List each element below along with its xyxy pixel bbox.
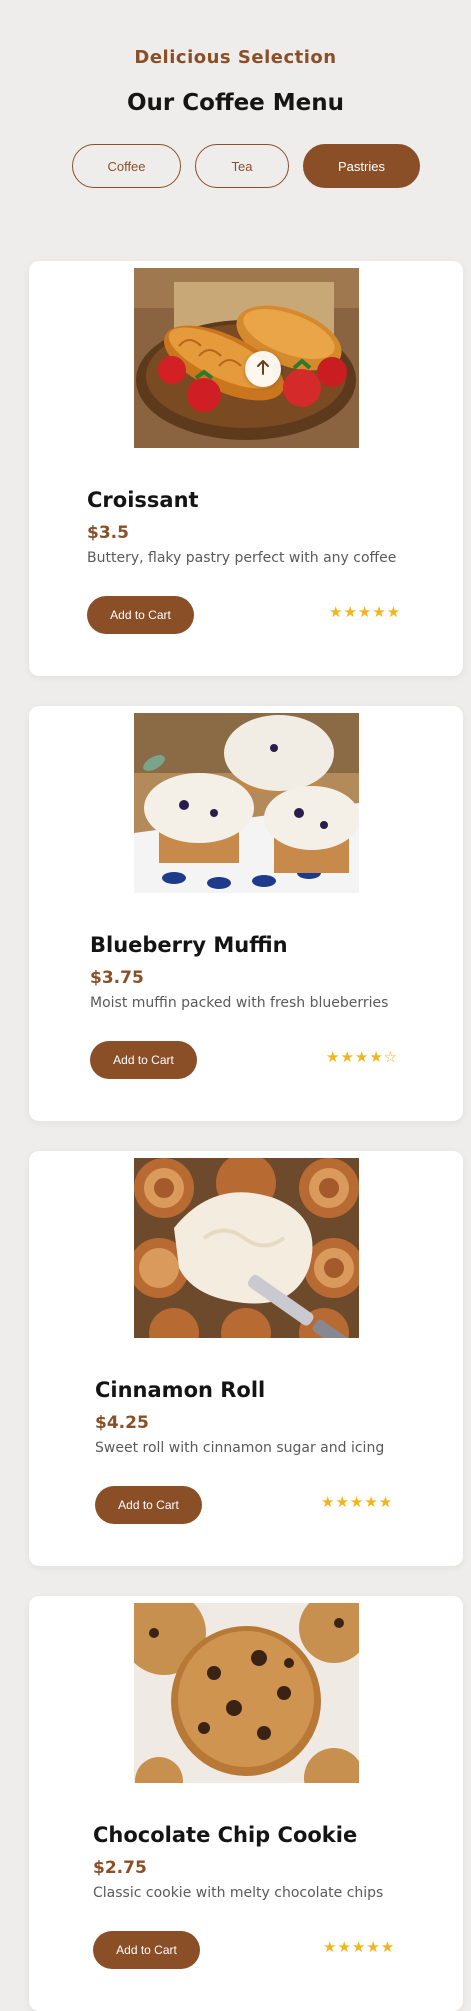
add-to-cart-button[interactable]: Add to Cart	[95, 1486, 202, 1524]
add-to-cart-button[interactable]: Add to Cart	[93, 1931, 200, 1969]
product-price: $4.25	[95, 1413, 149, 1433]
product-name: Blueberry Muffin	[90, 933, 288, 957]
product-name: Cinnamon Roll	[95, 1378, 266, 1402]
rating-stars: ★★★★☆	[326, 1048, 399, 1066]
add-to-cart-button[interactable]: Add to Cart	[87, 596, 194, 634]
tab-coffee[interactable]: Coffee	[72, 144, 181, 188]
arrow-up-icon	[256, 359, 270, 379]
product-price: $3.75	[90, 968, 144, 988]
product-price: $2.75	[93, 1858, 147, 1878]
tab-pastries[interactable]: Pastries	[303, 144, 420, 188]
product-image-croissant	[134, 268, 359, 448]
scroll-to-top-button[interactable]	[245, 351, 281, 387]
rating-stars: ★★★★★	[321, 1493, 394, 1511]
product-description: Classic cookie with melty chocolate chip…	[93, 1885, 384, 1901]
section-eyebrow: Delicious Selection	[134, 47, 337, 68]
category-tabs: Coffee Tea Pastries	[0, 144, 471, 190]
product-card: Blueberry Muffin $3.75 Moist muffin pack…	[29, 706, 463, 1121]
product-name: Chocolate Chip Cookie	[93, 1823, 358, 1847]
product-image-chocolate-chip-cookie	[134, 1603, 359, 1783]
product-description: Buttery, flaky pastry perfect with any c…	[87, 550, 397, 566]
product-description: Moist muffin packed with fresh blueberri…	[90, 995, 389, 1011]
tab-tea[interactable]: Tea	[195, 144, 289, 188]
product-card: Croissant $3.5 Buttery, flaky pastry per…	[29, 261, 463, 676]
rating-stars: ★★★★★	[329, 603, 402, 621]
product-price: $3.5	[87, 523, 129, 543]
rating-stars: ★★★★★	[323, 1938, 396, 1956]
product-image-blueberry-muffin	[134, 713, 359, 893]
product-card: Chocolate Chip Cookie $2.75 Classic cook…	[29, 1596, 463, 2011]
product-description: Sweet roll with cinnamon sugar and icing	[95, 1440, 385, 1456]
add-to-cart-button[interactable]: Add to Cart	[90, 1041, 197, 1079]
product-image-cinnamon-roll	[134, 1158, 359, 1338]
product-name: Croissant	[87, 488, 199, 512]
product-card: Cinnamon Roll $4.25 Sweet roll with cinn…	[29, 1151, 463, 1566]
page-title: Our Coffee Menu	[126, 90, 345, 116]
